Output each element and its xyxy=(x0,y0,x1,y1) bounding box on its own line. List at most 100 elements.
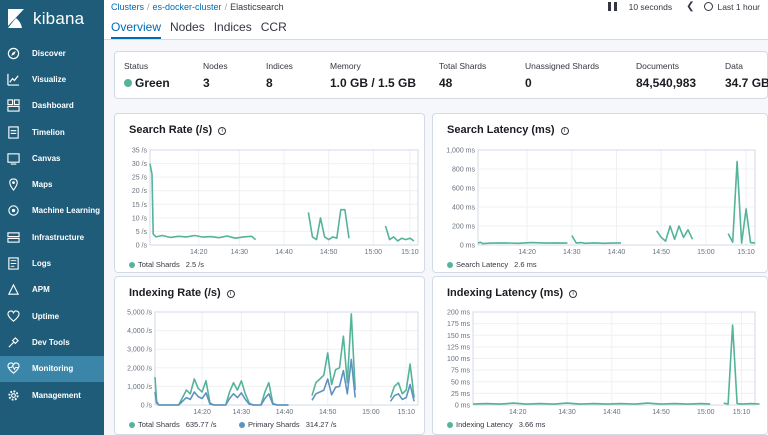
y-tick-label: 25 /s xyxy=(132,175,148,182)
series-line-indexing-latency[interactable] xyxy=(472,402,711,405)
tab-ccr[interactable]: CCR xyxy=(261,20,287,39)
stat-unassigned-shards: Unassigned Shards 0 xyxy=(525,61,599,90)
legend-label: Primary Shards xyxy=(248,420,300,429)
header: Clusters / es-docker-cluster / Elasticsearch… xyxy=(104,0,768,40)
y-tick-label: 1,000 /s xyxy=(127,384,152,391)
x-tick-label: 14:30 xyxy=(558,409,576,416)
sidebar-item-timelion[interactable]: Timelion xyxy=(0,119,104,145)
sidebar-item-label: Visualize xyxy=(32,74,67,84)
series-line-primary-shards[interactable] xyxy=(154,391,289,406)
brand-name: kibana xyxy=(33,9,85,28)
sidebar-item-label: Machine Learning xyxy=(32,206,101,216)
series-line-search-latency[interactable] xyxy=(727,160,756,244)
series-line-search-latency[interactable] xyxy=(477,241,568,245)
stat-indices: Indices 8 xyxy=(266,61,293,90)
sidebar-item-uptime[interactable]: Uptime xyxy=(0,303,104,329)
sidebar-item-label: Management xyxy=(32,390,81,400)
x-tick-label: 15:00 xyxy=(697,249,715,256)
breadcrumb-cluster[interactable]: es-docker-cluster xyxy=(153,2,222,12)
x-tick-label: 15:00 xyxy=(365,249,383,256)
y-tick-label: 35 /s xyxy=(132,148,148,155)
x-tick-label: 14:40 xyxy=(608,249,626,256)
gear-icon xyxy=(6,388,20,402)
series-line-search-latency[interactable] xyxy=(571,235,622,245)
y-tick-label: 0 /s xyxy=(136,243,148,250)
legend-item[interactable]: Search Latency 2.6 ms xyxy=(447,260,537,269)
legend-item[interactable]: Indexing Latency 3.66 ms xyxy=(447,420,545,429)
series-line-search-latency[interactable] xyxy=(656,225,694,242)
stat-value: 8 xyxy=(266,76,273,90)
x-tick-label: 15:00 xyxy=(697,409,715,416)
y-tick-label: 0 ms xyxy=(460,243,476,250)
stat-label: Data xyxy=(725,61,743,71)
dashboard-icon xyxy=(6,99,20,113)
sidebar: kibana Discover Visualize Dashboard Timelio… xyxy=(0,0,104,435)
y-tick-label: 600 ms xyxy=(452,186,475,193)
sidebar-item-visualize[interactable]: Visualize xyxy=(0,66,104,92)
legend-label: Search Latency xyxy=(456,260,509,269)
plot-frame xyxy=(154,311,419,406)
indexing-latency-panel: Indexing Latency (ms) i 0 ms 25 ms 50 ms 75 … xyxy=(432,276,768,435)
tab-nodes[interactable]: Nodes xyxy=(170,20,205,39)
chart-svg: 0 /s 1,000 /s 2,000 /s 3,000 /s 4,000 /s 5,00… xyxy=(127,310,419,416)
sidebar-item-dev-tools[interactable]: Dev Tools xyxy=(0,329,104,355)
x-tick-label: 14:50 xyxy=(652,249,670,256)
sidebar-item-apm[interactable]: APM xyxy=(0,277,104,303)
pause-icon[interactable] xyxy=(607,1,617,12)
legend-label: Indexing Latency xyxy=(456,420,513,429)
stat-label: Indices xyxy=(266,61,293,71)
refresh-interval[interactable]: 10 seconds xyxy=(629,2,672,12)
sidebar-item-label: Discover xyxy=(32,48,66,58)
stat-value: 84,540,983 xyxy=(636,76,697,90)
legend-swatch xyxy=(129,421,135,428)
sidebar-item-machine-learning[interactable]: Machine Learning xyxy=(0,198,104,224)
y-tick-label: 5 /s xyxy=(136,229,148,236)
sidebar-item-monitoring[interactable]: Monitoring xyxy=(0,355,104,382)
sidebar-item-maps[interactable]: Maps xyxy=(0,171,104,197)
kibana-logo[interactable]: kibana xyxy=(0,0,104,38)
legend-item[interactable]: Total Shards 2.5 /s xyxy=(129,260,204,269)
breadcrumb-separator: / xyxy=(147,2,150,12)
stat-label: Total Shards xyxy=(439,61,487,71)
y-tick-label: 125 ms xyxy=(447,344,470,351)
search-latency-panel: Search Latency (ms) i 0 ms 200 ms 400 ms 600… xyxy=(432,113,768,273)
sidebar-item-dashboard[interactable]: Dashboard xyxy=(0,93,104,119)
breadcrumb-clusters[interactable]: Clusters xyxy=(111,2,144,12)
series-line-total-shards[interactable] xyxy=(154,377,289,406)
x-tick-label: 14:20 xyxy=(518,249,536,256)
sidebar-item-label: Monitoring xyxy=(32,364,74,374)
cluster-summary: Status Green Nodes 3 Indices 8 Memory 1.… xyxy=(114,51,768,99)
stat-value: 0 xyxy=(525,76,532,90)
x-tick-label: 15:10 xyxy=(401,249,419,256)
series-line-total-shards[interactable] xyxy=(389,363,415,398)
sidebar-item-canvas[interactable]: Canvas xyxy=(0,145,104,171)
chart-svg: 0 ms 25 ms 50 ms 75 ms 100 ms 125 ms 150 ms 175… xyxy=(447,310,760,416)
legend-swatch xyxy=(129,261,135,268)
sidebar-item-management[interactable]: Management xyxy=(0,382,104,408)
stat-value: 1.0 GB / 1.5 GB xyxy=(330,76,417,90)
chevron-left-icon[interactable]: ❮ xyxy=(686,1,694,12)
legend-label: Total Shards xyxy=(138,420,180,429)
y-tick-label: 200 ms xyxy=(452,224,475,231)
sidebar-item-label: Canvas xyxy=(32,153,61,163)
maps-icon xyxy=(6,178,20,192)
stat-memory: Memory 1.0 GB / 1.5 GB xyxy=(330,61,416,90)
sidebar-item-label: Infrastructure xyxy=(32,232,85,242)
legend-item[interactable]: Total Shards 635.77 /s xyxy=(129,420,217,429)
y-tick-label: 100 ms xyxy=(447,356,470,363)
time-range[interactable]: Last 1 hour xyxy=(717,2,760,12)
sidebar-item-discover[interactable]: Discover xyxy=(0,40,104,66)
tab-overview[interactable]: Overview xyxy=(111,20,162,39)
sidebar-item-logs[interactable]: Logs xyxy=(0,250,104,276)
tab-indices[interactable]: Indices xyxy=(214,20,252,39)
uptime-icon xyxy=(6,309,20,323)
y-tick-label: 15 /s xyxy=(132,202,148,209)
legend-swatch xyxy=(447,421,453,428)
sidebar-item-infrastructure[interactable]: Infrastructure xyxy=(0,224,104,250)
y-tick-label: 50 ms xyxy=(451,379,471,386)
clock-icon xyxy=(704,2,714,11)
stat-value: 3 xyxy=(203,76,210,90)
status-dot-icon xyxy=(124,79,132,87)
x-tick-label: 14:20 xyxy=(193,409,211,416)
legend-item[interactable]: Primary Shards 314.27 /s xyxy=(239,420,337,429)
